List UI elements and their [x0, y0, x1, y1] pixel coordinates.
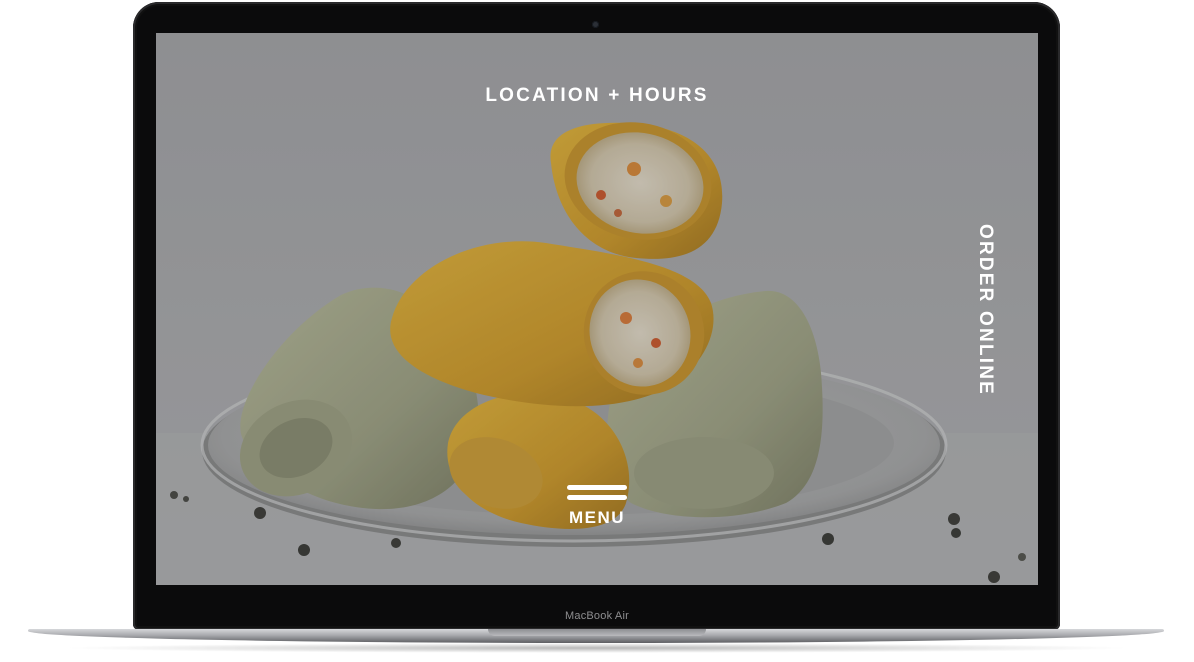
laptop-shadow — [60, 643, 1134, 653]
camera-icon — [592, 21, 599, 28]
laptop-hinge-notch — [488, 629, 706, 636]
hamburger-icon — [567, 485, 627, 503]
laptop-mockup: LOCATION + HOURS ORDER ONLINE MENU MacBo… — [0, 0, 1194, 662]
order-online-label: ORDER ONLINE — [975, 223, 996, 397]
device-model-label: MacBook Air — [565, 610, 629, 622]
location-hours-link[interactable]: LOCATION + HOURS — [156, 85, 1038, 107]
order-online-link[interactable]: ORDER ONLINE — [974, 215, 996, 405]
menu-button[interactable]: MENU — [556, 485, 638, 529]
website-screen: LOCATION + HOURS ORDER ONLINE MENU — [156, 33, 1038, 585]
menu-label: MENU — [568, 508, 626, 527]
